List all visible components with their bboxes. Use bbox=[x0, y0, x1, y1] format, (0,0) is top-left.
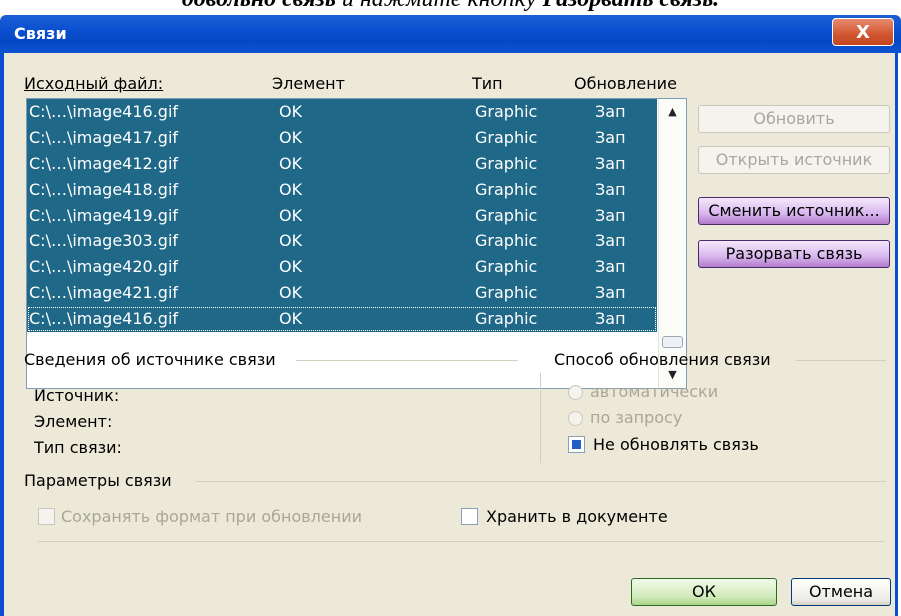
header-type: Тип bbox=[472, 74, 503, 93]
store-in-doc-label: Хранить в документе bbox=[486, 507, 668, 526]
source-info-title: Сведения об источнике связи bbox=[24, 350, 276, 369]
row-element: OK bbox=[279, 205, 303, 225]
open-source-button[interactable]: Открыть источник bbox=[698, 146, 890, 174]
row-file: C:\…\image421.gif bbox=[29, 283, 179, 303]
links-listbox[interactable]: C:\…\image416.gif OK Graphic Зап C:\…\image4… bbox=[26, 98, 687, 389]
store-in-doc-checkbox[interactable] bbox=[461, 508, 478, 525]
update-method-title: Способ обновления связи bbox=[554, 350, 771, 369]
row-element: OK bbox=[279, 179, 303, 199]
row-update: Зап bbox=[595, 257, 626, 277]
no-update-checkbox[interactable] bbox=[568, 436, 585, 453]
ok-button[interactable]: ОК bbox=[631, 578, 777, 606]
table-row[interactable]: C:\…\image417.gif OK Graphic Зап bbox=[27, 124, 657, 151]
dialog-body: Исходный файл: Элемент Тип Обновление C:… bbox=[0, 53, 898, 616]
row-type: Graphic bbox=[475, 179, 538, 199]
row-type: Graphic bbox=[475, 205, 538, 225]
row-file: C:\…\image417.gif bbox=[29, 127, 179, 147]
row-file: C:\…\image419.gif bbox=[29, 205, 179, 225]
table-row[interactable]: C:\…\image412.gif OK Graphic Зап bbox=[27, 150, 657, 177]
row-file: C:\…\image412.gif bbox=[29, 153, 179, 173]
link-type-label: Тип связи: bbox=[34, 438, 122, 457]
row-file: C:\…\image416.gif bbox=[29, 102, 179, 121]
window-title: Связи bbox=[14, 24, 67, 43]
table-row[interactable]: C:\…\image420.gif OK Graphic Зап bbox=[27, 254, 657, 281]
vertical-divider bbox=[540, 373, 541, 463]
row-element: OK bbox=[279, 127, 303, 147]
table-row[interactable]: C:\…\image421.gif OK Graphic Зап bbox=[27, 280, 657, 307]
header-update: Обновление bbox=[574, 74, 677, 93]
row-update: Зап bbox=[595, 283, 626, 303]
on-request-radio[interactable] bbox=[568, 411, 583, 426]
keep-format-checkbox[interactable] bbox=[38, 508, 55, 525]
table-row[interactable]: C:\…\image416.gif OK Graphic Зап bbox=[27, 99, 657, 125]
row-update: Зап bbox=[595, 179, 626, 199]
links-rows: C:\…\image416.gif OK Graphic Зап C:\…\image4… bbox=[27, 99, 657, 333]
row-type: Graphic bbox=[475, 283, 538, 303]
no-update-label: Не обновлять связь bbox=[593, 435, 759, 454]
source-info-divider bbox=[296, 360, 518, 361]
row-element: OK bbox=[279, 309, 303, 329]
keep-format-label: Сохранять формат при обновлении bbox=[61, 507, 362, 526]
row-file: C:\…\image420.gif bbox=[29, 257, 179, 277]
window-titlebar: Связи X bbox=[0, 15, 901, 53]
row-type: Graphic bbox=[475, 102, 538, 121]
row-element: OK bbox=[279, 102, 303, 121]
table-row[interactable]: C:\…\image303.gif OK Graphic Зап bbox=[27, 228, 657, 255]
row-update: Зап bbox=[595, 153, 626, 173]
automatic-label: автоматически bbox=[590, 382, 719, 401]
row-element: OK bbox=[279, 153, 303, 173]
table-row[interactable]: C:\…\image418.gif OK Graphic Зап bbox=[27, 176, 657, 203]
table-row[interactable]: C:\…\image419.gif OK Graphic Зап bbox=[27, 202, 657, 229]
bottom-divider bbox=[38, 541, 884, 542]
table-row[interactable]: C:\…\image416.gif OK Graphic Зап bbox=[27, 306, 657, 333]
change-source-button[interactable]: Сменить источник... bbox=[698, 197, 890, 225]
row-file: C:\…\image303.gif bbox=[29, 231, 179, 251]
element-label: Элемент: bbox=[34, 412, 113, 431]
row-file: C:\…\image416.gif bbox=[29, 309, 179, 329]
source-label: Источник: bbox=[34, 386, 120, 405]
row-type: Graphic bbox=[475, 231, 538, 251]
row-file: C:\…\image418.gif bbox=[29, 179, 179, 199]
row-type: Graphic bbox=[475, 153, 538, 173]
update-method-divider bbox=[796, 360, 886, 361]
checkbox-fill bbox=[572, 440, 581, 449]
on-request-label: по запросу bbox=[590, 408, 683, 427]
row-update: Зап bbox=[595, 205, 626, 225]
break-link-button[interactable]: Разорвать связь bbox=[698, 240, 890, 268]
update-button[interactable]: Обновить bbox=[698, 105, 890, 133]
header-source-file-label: Исходный файл: bbox=[24, 74, 164, 93]
row-type: Graphic bbox=[475, 257, 538, 277]
scroll-up-icon[interactable]: ▲ bbox=[659, 101, 686, 123]
row-element: OK bbox=[279, 257, 303, 277]
scroll-thumb[interactable] bbox=[662, 336, 683, 348]
link-params-title: Параметры связи bbox=[24, 471, 172, 490]
row-update: Зап bbox=[595, 102, 626, 121]
header-element: Элемент bbox=[272, 74, 345, 93]
close-icon: X bbox=[856, 22, 870, 43]
document-text-line: довольно связь и нажмите кнопку Разорват… bbox=[0, 0, 901, 16]
row-element: OK bbox=[279, 283, 303, 303]
row-type: Graphic bbox=[475, 309, 538, 329]
row-update: Зап bbox=[595, 309, 626, 329]
row-type: Graphic bbox=[475, 127, 538, 147]
row-element: OK bbox=[279, 231, 303, 251]
header-source-file: Исходный файл: bbox=[24, 74, 163, 93]
close-button[interactable]: X bbox=[832, 18, 894, 46]
row-update: Зап bbox=[595, 127, 626, 147]
doc-normal-text: и нажмите кнопку bbox=[342, 0, 537, 12]
link-params-divider bbox=[196, 481, 886, 482]
automatic-radio[interactable] bbox=[568, 385, 583, 400]
list-scrollbar[interactable]: ▲ ▼ bbox=[658, 99, 686, 388]
doc-bold-italic-text: Разорвать связь. bbox=[542, 0, 719, 12]
row-update: Зап bbox=[595, 231, 626, 251]
doc-italic-text: довольно связь bbox=[182, 0, 336, 12]
cancel-button[interactable]: Отмена bbox=[791, 578, 891, 606]
